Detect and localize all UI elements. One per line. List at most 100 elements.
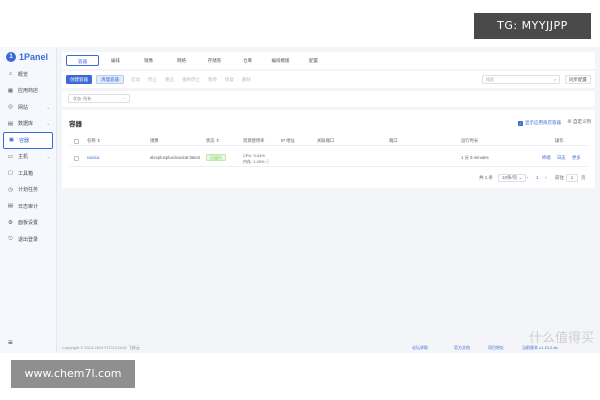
sidebar-item-label: 概览 [18, 71, 29, 78]
terminal-action[interactable]: 终端 [542, 149, 551, 167]
cleanup-container-button[interactable]: 清理容器 [96, 75, 124, 84]
sidebar-item-schedule[interactable]: ◷ 计划任务 [0, 182, 56, 199]
sidebar-item-settings[interactable]: ⚙ 面板设置 [0, 215, 56, 232]
tab-7[interactable]: 配置 [297, 55, 330, 66]
header-related-ports: 关联端口 [317, 138, 335, 143]
watermark-bottom: www.chem7l.com [11, 360, 135, 388]
batch-action-button[interactable]: 启动 [128, 75, 143, 84]
container-name-link[interactable]: navica [87, 149, 99, 167]
page-size-select[interactable]: 10条/页 ⌄ [498, 174, 527, 182]
batch-action-button[interactable]: 暂停 [205, 75, 220, 84]
batch-actions: 启动 停止 重启 强制停止 暂停 恢复 删除 [128, 75, 256, 84]
logs-action[interactable]: 日志 [557, 149, 566, 167]
tab-1[interactable]: 编排 [99, 55, 132, 66]
tab-2[interactable]: 镜像 [132, 55, 165, 66]
logo[interactable]: 1 1Panel [0, 47, 56, 66]
create-container-button[interactable]: 创建容器 [66, 75, 92, 84]
main-content: 容器 编排 镜像 网络 存储卷 仓库 编排模版 配置 创建容器 清理容器 启动 停止 重启 强制停止… [57, 47, 600, 353]
prev-page-icon[interactable]: ‹ [527, 174, 529, 182]
header-status[interactable]: 状态 ⇕ [206, 136, 219, 146]
tab-5[interactable]: 仓库 [231, 55, 264, 66]
sidebar-item-toolbox[interactable]: ▢ 工具箱 [0, 165, 56, 182]
sidebar-item-logout[interactable]: ⎋ 退出登录 [0, 231, 56, 248]
header-image: 镜像 [150, 138, 159, 143]
header-name[interactable]: 名称 ⇕ [87, 136, 100, 146]
host-icon: ▭ [7, 153, 14, 160]
sidebar-item-log[interactable]: ▤ 日志审计 [0, 198, 56, 215]
status-filter-select[interactable]: 状态: 所有 ⌄ [68, 94, 130, 103]
sidebar-item-label: 退出登录 [18, 236, 39, 243]
batch-action-button[interactable]: 重启 [162, 75, 177, 84]
page-number-1[interactable]: 1 [536, 174, 539, 182]
sidebar-item-label: 面板设置 [18, 220, 39, 227]
tab-bar: 容器 编排 镜像 网络 存储卷 仓库 编排模版 配置 [62, 52, 595, 69]
sidebar-item-database[interactable]: ▤ 数据库 ⌄ [0, 116, 56, 133]
sidebar: 1 1Panel ⌂ 概览 ▦ 应用商店 ◎ 网站 ⌄ ▤ 数据库 ⌄ ▣ 容器 ▭ 主机 ⌄ ▢ 工具箱 ◷ 计划… [0, 47, 57, 353]
batch-action-button[interactable]: 恢复 [222, 75, 237, 84]
batch-action-button[interactable]: 停止 [145, 75, 160, 84]
custom-columns-button[interactable]: ⊕ 自定义列 [567, 119, 591, 125]
sidebar-item-home[interactable]: ⌂ 概览 [0, 66, 56, 83]
search-input[interactable]: 搜索 ⌕ [482, 75, 560, 84]
show-app-containers-label: 显示应用商店容器 [525, 120, 561, 125]
more-action[interactable]: 更多 [572, 149, 581, 167]
chevron-down-icon: ⌄ [46, 104, 50, 110]
footer-link-project[interactable]: 项目地址 [488, 345, 504, 351]
status-badge: 已运行 [206, 154, 226, 161]
sidebar-item-grid[interactable]: ▦ 应用商店 [0, 83, 56, 100]
container-icon: ▣ [8, 137, 15, 144]
search-placeholder: 搜索 [486, 77, 494, 82]
sidebar-item-label: 网站 [18, 104, 29, 111]
status-cell: 已运行 [206, 149, 226, 167]
sync-config-button[interactable]: 同步配置 [565, 75, 591, 84]
sidebar-item-label: 应用商店 [18, 88, 39, 95]
next-page-icon[interactable]: › [545, 174, 547, 182]
select-all-checkbox[interactable] [74, 138, 79, 144]
toolbar: 创建容器 清理容器 启动 停止 重启 强制停止 暂停 恢复 删除 搜索 ⌕ 同步配置 [62, 71, 595, 88]
resource-usage: CPU: 0.04% 内存: 1.45% ⓘ [243, 153, 270, 164]
show-app-containers-toggle[interactable]: ✓ 显示应用商店容器 [518, 120, 561, 126]
batch-action-button[interactable]: 删除 [239, 75, 254, 84]
status-filter-value: 状态: 所有 [73, 96, 92, 101]
filter-bar: 状态: 所有 ⌄ [62, 91, 595, 107]
footer-link-docs[interactable]: 官方文档 [454, 345, 470, 351]
grid-icon: ▦ [7, 87, 14, 94]
home-icon: ⌂ [8, 71, 13, 78]
copyright: Copyright © 2014-2024 FIT2CLOUD 飞致云 [62, 345, 140, 350]
globe-icon: ◎ [8, 104, 13, 111]
batch-action-button[interactable]: 强制停止 [179, 75, 203, 84]
uptime: 1 分 5 minutes [461, 155, 489, 160]
collapse-menu-icon[interactable]: ≡ [8, 338, 13, 347]
app-window: 1 1Panel ⌂ 概览 ▦ 应用商店 ◎ 网站 ⌄ ▤ 数据库 ⌄ ▣ 容器 ▭ 主机 ⌄ ▢ 工具箱 ◷ 计划… [0, 47, 600, 353]
tab-6[interactable]: 编排模版 [264, 55, 297, 66]
header-actions: 操作 [555, 138, 564, 143]
table-row: navica alexplusplus/navicat:latest 已运行 C… [69, 149, 588, 167]
sidebar-item-globe[interactable]: ◎ 网站 ⌄ [0, 99, 56, 116]
tab-4[interactable]: 存储卷 [198, 55, 231, 66]
sidebar-item-host[interactable]: ▭ 主机 ⌄ [0, 149, 56, 166]
pagination: 共 1 条 10条/页 ⌄ ‹ 1 › 前往 1 页 [69, 173, 588, 183]
logo-mark-icon: 1 [6, 51, 16, 62]
watermark-top: TG: MYYJJPP [474, 13, 591, 39]
logo-text: 1Panel [19, 51, 49, 62]
log-icon: ▤ [7, 203, 14, 210]
watermark-brand: 什么值得买 [528, 331, 594, 346]
page-unit-label: 页 [581, 175, 586, 180]
tab-0[interactable]: 容器 [66, 55, 99, 66]
footer: Copyright © 2014-2024 FIT2CLOUD 飞致云 论坛求助… [62, 342, 595, 353]
checkbox-checked-icon: ✓ [518, 120, 523, 126]
memory-usage[interactable]: 内存: 1.45% ⓘ [243, 159, 270, 165]
sidebar-item-label: 数据库 [18, 121, 34, 128]
chevron-down-icon: ⌄ [46, 121, 50, 127]
search-icon: ⌕ [553, 77, 556, 82]
row-checkbox[interactable] [74, 155, 79, 161]
goto-page-input[interactable]: 1 [566, 174, 578, 182]
sidebar-item-container[interactable]: ▣ 容器 [3, 132, 53, 149]
table-header: 名称 ⇕ 镜像 状态 ⇕ 资源使用率 IP 地址 关联端口 端口 运行时长 操作 [69, 136, 588, 146]
header-ip: IP 地址 [281, 138, 295, 143]
tab-3[interactable]: 网络 [165, 55, 198, 66]
footer-link-forum[interactable]: 论坛求助 [412, 345, 428, 351]
chevron-down-icon: ⌄ [123, 96, 126, 100]
container-table-card: 容器 ✓ 显示应用商店容器 ⊕ 自定义列 名称 ⇕ 镜像 状态 ⇕ 资源使用率 … [62, 110, 595, 188]
chevron-down-icon: ⌄ [46, 154, 50, 160]
